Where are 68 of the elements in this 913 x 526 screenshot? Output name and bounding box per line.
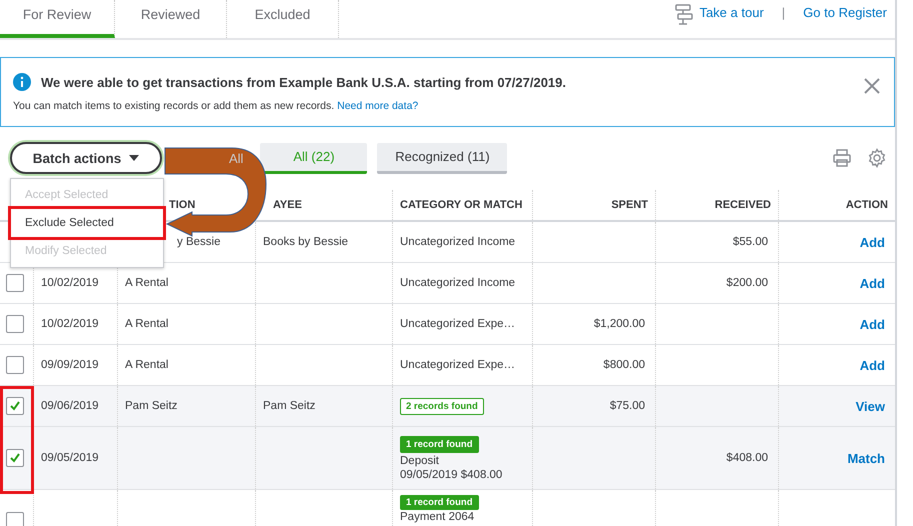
banner-title: We were able to get transactions from Example Bank U.S.A. starting from 07/27/2019. xyxy=(41,74,566,90)
caret-icon xyxy=(129,155,140,161)
column-header: TION xyxy=(169,199,196,211)
description-cell: A Rental xyxy=(125,359,168,371)
menu-item[interactable]: Exclude Selected xyxy=(11,209,163,237)
date-cell: 10/02/2019 xyxy=(41,318,99,330)
spent-cell: $1,200.00 xyxy=(594,318,645,330)
tab[interactable]: For Review xyxy=(0,0,115,38)
banner-text: You can match items to existing records or add them as new records. Need more data? xyxy=(13,100,420,112)
column-header: AYEE xyxy=(273,199,302,211)
filter-label: All xyxy=(229,150,244,166)
description-cell: A Rental xyxy=(125,277,168,289)
checkbox[interactable] xyxy=(6,449,24,467)
tab[interactable]: Excluded xyxy=(227,0,339,38)
tab[interactable]: Reviewed xyxy=(115,0,227,38)
date-cell: 09/05/2019 xyxy=(41,452,99,464)
checkbox[interactable] xyxy=(6,274,24,292)
spent-cell: $75.00 xyxy=(610,400,645,412)
action-link[interactable]: Match xyxy=(847,450,885,466)
records-found-badge[interactable]: 1 record found xyxy=(400,436,479,452)
payee-cell: Pam Seitz xyxy=(263,400,316,412)
checkmark-icon xyxy=(9,452,21,464)
spent-cell: $800.00 xyxy=(603,359,645,371)
description-cell: Pam Seitz xyxy=(125,400,178,412)
filter-tab[interactable]: All (22) xyxy=(260,142,368,174)
column-header: RECEIVED xyxy=(714,199,771,211)
match-detail: 09/05/2019 $408.00 xyxy=(400,468,502,480)
checkmark-icon xyxy=(9,400,21,412)
date-cell: 10/02/2019 xyxy=(41,277,99,289)
match-detail: Payment 2064 xyxy=(400,511,474,523)
date-cell: 09/09/2019 xyxy=(41,359,99,371)
description-cell: A Rental xyxy=(125,318,168,330)
category-cell: Uncategorized Income xyxy=(400,277,516,289)
info-icon xyxy=(13,73,31,91)
signpost-icon xyxy=(673,3,696,25)
checkbox[interactable] xyxy=(6,315,24,333)
records-found-badge[interactable]: 1 record found xyxy=(400,495,479,510)
received-cell: $55.00 xyxy=(732,236,768,248)
category-cell: Uncategorized Expe… xyxy=(400,318,516,330)
link-separator: | xyxy=(782,5,786,20)
action-link[interactable]: View xyxy=(856,398,885,414)
print-icon[interactable] xyxy=(832,148,852,168)
link[interactable]: Go to Register xyxy=(803,5,887,20)
records-found-badge[interactable]: 2 records found xyxy=(400,398,484,414)
received-cell: $408.00 xyxy=(726,452,768,464)
link[interactable]: Take a tour xyxy=(699,5,764,20)
filter-tab[interactable]: Recognized (11) xyxy=(377,142,508,174)
match-detail: Deposit xyxy=(400,454,439,466)
received-cell: $200.00 xyxy=(726,277,768,289)
category-cell: Uncategorized Expe… xyxy=(400,359,516,371)
settings-icon[interactable] xyxy=(867,148,887,168)
action-link[interactable]: Add xyxy=(860,276,885,290)
column-header: CATEGORY OR MATCH xyxy=(400,199,522,211)
action-link[interactable]: Add xyxy=(860,234,885,250)
category-cell: Uncategorized Income xyxy=(400,236,516,248)
checkbox[interactable] xyxy=(6,397,24,415)
description-cell: y Bessie xyxy=(177,236,220,248)
column-header: SPENT xyxy=(611,199,648,211)
batch-actions-button[interactable]: Batch actions xyxy=(10,142,162,174)
close-icon[interactable] xyxy=(864,78,880,94)
checkbox[interactable] xyxy=(6,512,24,526)
payee-cell: Books by Bessie xyxy=(263,236,348,248)
link[interactable]: Need more data? xyxy=(337,100,418,112)
column-header: ACTION xyxy=(846,199,888,211)
action-link[interactable]: Add xyxy=(860,358,885,372)
date-cell: 09/06/2019 xyxy=(41,400,99,412)
checkbox[interactable] xyxy=(6,356,24,374)
action-link[interactable]: Add xyxy=(860,316,885,332)
